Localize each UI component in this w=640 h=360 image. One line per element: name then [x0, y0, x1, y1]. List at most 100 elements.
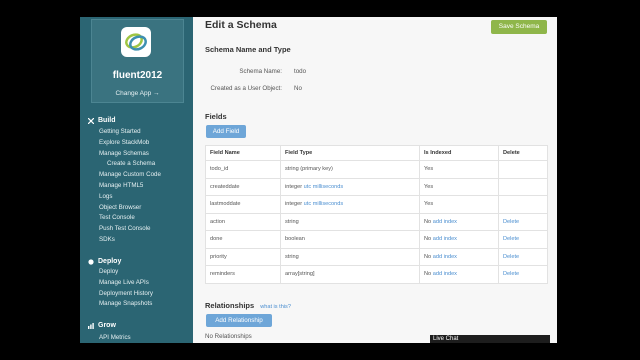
sidebar-section-title: Grow	[98, 322, 116, 329]
delete-link[interactable]: Delete	[503, 271, 519, 277]
is-indexed-value: No	[424, 271, 432, 278]
utc-milliseconds-link[interactable]: utc milliseconds	[304, 184, 343, 190]
field-type-cell: integer utc milliseconds	[280, 177, 420, 196]
table-row: reminders array[string] No add index Delet…	[205, 265, 548, 284]
delete-link[interactable]: Delete	[503, 236, 519, 242]
field-type-cell: string	[280, 247, 420, 266]
sidebar-item-logs[interactable]: Logs	[99, 193, 112, 200]
delete-cell: Delete	[498, 212, 548, 231]
sidebar-item-manage-live-apis[interactable]: Manage Live APIs	[99, 279, 149, 286]
what-is-this-link[interactable]: what is this?	[260, 304, 291, 310]
sidebar-section-deploy: Deploy	[88, 258, 121, 265]
sidebar-item-api-metrics[interactable]: API Metrics	[99, 334, 131, 341]
main-content: Edit a Schema Save Schema Schema Name an…	[193, 17, 557, 343]
add-field-button[interactable]: Add Field	[206, 125, 246, 138]
delete-cell: Delete	[498, 247, 548, 266]
col-delete: Delete	[498, 145, 548, 161]
field-type: string (primary key)	[285, 166, 333, 173]
page-title: Edit a Schema	[205, 19, 277, 31]
sidebar-section-build: Build	[87, 117, 116, 124]
sidebar-item-object-browser[interactable]: Object Browser	[99, 204, 141, 211]
sidebar-item-test-console[interactable]: Test Console	[99, 214, 135, 221]
sidebar-item-push-test-console[interactable]: Push Test Console	[99, 225, 150, 232]
add-relationship-button[interactable]: Add Relationship	[206, 314, 272, 327]
add-index-link[interactable]: add index	[433, 271, 457, 277]
delete-cell	[498, 177, 548, 196]
delete-link[interactable]: Delete	[503, 254, 519, 260]
field-type: boolean	[285, 236, 305, 243]
sidebar-item-deployment-history[interactable]: Deployment History	[99, 290, 153, 297]
schema-name-label: Schema Name:	[239, 68, 282, 75]
sidebar-item-getting-started[interactable]: Getting Started	[99, 128, 141, 135]
sidebar: fluent2012 Change App → Build Getting Sta…	[80, 17, 193, 343]
sidebar-item-manage-html5[interactable]: Manage HTML5	[99, 182, 143, 189]
field-type: array[string]	[285, 271, 315, 278]
deploy-icon	[88, 258, 94, 265]
delete-cell	[498, 160, 548, 179]
field-type: integer	[285, 201, 303, 208]
field-type: string	[285, 218, 299, 225]
col-field-name: Field Name	[205, 145, 281, 161]
is-indexed-cell: No add index	[419, 230, 499, 249]
field-type: string	[285, 253, 299, 260]
sidebar-item-deploy[interactable]: Deploy	[99, 268, 118, 275]
add-index-link[interactable]: add index	[433, 219, 457, 225]
delete-cell: Delete	[498, 265, 548, 284]
add-index-link[interactable]: add index	[433, 254, 457, 260]
col-field-type: Field Type	[280, 145, 420, 161]
delete-cell	[498, 195, 548, 214]
field-name: done	[205, 230, 281, 249]
change-app-link[interactable]: Change App →	[92, 90, 183, 97]
table-row: todo_id string (primary key) Yes	[205, 160, 548, 179]
col-is-indexed: Is Indexed	[419, 145, 499, 161]
tools-icon	[87, 117, 95, 124]
app-logo-icon	[121, 27, 151, 57]
delete-link[interactable]: Delete	[503, 219, 519, 225]
save-schema-button[interactable]: Save Schema	[491, 20, 547, 34]
fields-table: Field Name Field Type Is Indexed Delete …	[205, 145, 548, 284]
is-indexed-value: No	[424, 218, 432, 225]
field-type: integer	[285, 183, 303, 190]
field-type-cell: boolean	[280, 230, 420, 249]
is-indexed-value: Yes	[424, 183, 434, 190]
is-indexed-cell: Yes	[419, 160, 499, 179]
is-indexed-cell: No add index	[419, 265, 499, 284]
field-type-cell: array[string]	[280, 265, 420, 284]
field-name: action	[205, 212, 281, 231]
is-indexed-cell: Yes	[419, 177, 499, 196]
no-relationships-text: No Relationships	[205, 333, 252, 340]
sidebar-item-manage-schemas[interactable]: Manage Schemas	[99, 150, 149, 157]
relationships-title: Relationships what is this?	[205, 301, 291, 310]
sidebar-item-manage-snapshots[interactable]: Manage Snapshots	[99, 300, 152, 307]
utc-milliseconds-link[interactable]: utc milliseconds	[304, 201, 343, 207]
is-indexed-value: Yes	[424, 201, 434, 208]
sidebar-section-grow: Grow	[88, 322, 116, 329]
field-name: priority	[205, 247, 281, 266]
user-object-value: No	[294, 85, 302, 92]
sidebar-item-manage-custom-code[interactable]: Manage Custom Code	[99, 171, 161, 178]
sidebar-item-sdks[interactable]: SDKs	[99, 236, 115, 243]
table-row: createddate integer utc milliseconds Yes	[205, 177, 548, 196]
live-chat-bar[interactable]: Live Chat	[430, 335, 550, 343]
field-name: lastmoddate	[205, 195, 281, 214]
field-name: reminders	[205, 265, 281, 284]
chart-icon	[88, 322, 94, 329]
schema-section-title: Schema Name and Type	[205, 45, 291, 54]
field-name: createddate	[205, 177, 281, 196]
is-indexed-cell: No add index	[419, 247, 499, 266]
field-type-cell: integer utc milliseconds	[280, 195, 420, 214]
sidebar-section-title: Deploy	[98, 258, 122, 265]
table-row: priority string No add index Delete	[205, 247, 548, 266]
app-logo-box[interactable]: fluent2012 Change App →	[91, 19, 184, 103]
app-window: fluent2012 Change App → Build Getting Sta…	[80, 17, 557, 343]
delete-cell: Delete	[498, 230, 548, 249]
schema-name-value: todo	[294, 68, 307, 75]
table-row: done boolean No add index Delete	[205, 230, 548, 249]
field-type-cell: string	[280, 212, 420, 231]
is-indexed-value: No	[424, 253, 432, 260]
field-type-cell: string (primary key)	[280, 160, 420, 179]
sidebar-item-create-a-schema[interactable]: Create a Schema	[107, 160, 155, 167]
add-index-link[interactable]: add index	[433, 236, 457, 242]
sidebar-item-explore-stackmob[interactable]: Explore StackMob	[99, 139, 149, 146]
table-row: action string No add index Delete	[205, 212, 548, 231]
